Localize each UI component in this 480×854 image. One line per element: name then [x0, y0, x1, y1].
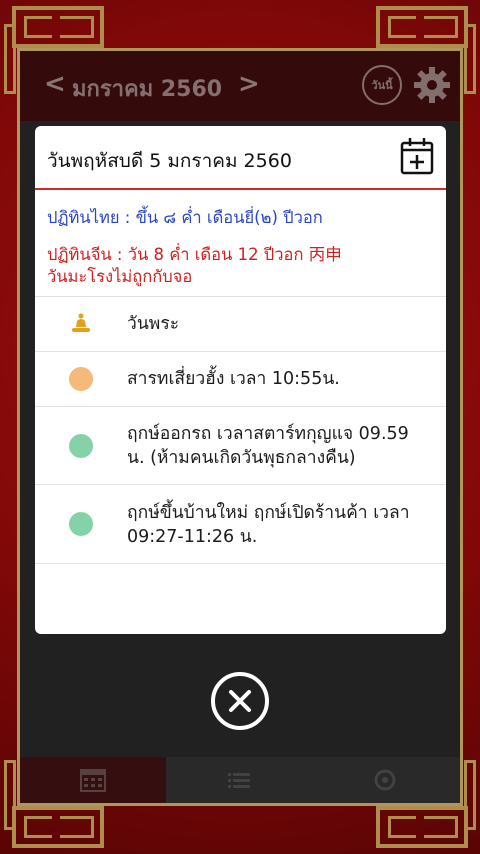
day-detail-dialog: วันพฤหัสบดี 5 มกราคม 2560 ปฏิทินไทย : ขึ… — [35, 126, 446, 634]
event-text: วันพระ — [127, 314, 180, 334]
event-item[interactable]: วันพระ — [35, 297, 446, 352]
event-item[interactable]: ฤกษ์ออกรถ เวลาสตาร์ทกุญแจ 09.59 น. (ห้าม… — [35, 407, 446, 485]
event-item[interactable]: สารทเสี่ยวฮั้ง เวลา 10:55น. — [35, 352, 446, 407]
close-icon — [229, 690, 251, 712]
chinese-lunar-note: วันมะโรงไม่ถูกกับจอ — [47, 267, 193, 286]
buddha-icon — [72, 313, 90, 332]
event-text: ฤกษ์ขึ้นบ้านใหม่ ฤกษ์เปิดร้านค้า เวลา 09… — [127, 503, 410, 547]
dialog-title: วันพฤหัสบดี 5 มกราคม 2560 — [47, 150, 292, 172]
event-item[interactable]: ฤกษ์ขึ้นบ้านใหม่ ฤกษ์เปิดร้านค้า เวลา 09… — [35, 485, 446, 564]
close-button[interactable] — [211, 672, 269, 730]
green-dot-icon — [69, 512, 93, 536]
lunar-info: ปฏิทินไทย : ขึ้น ๘ ค่ำ เดือนยี่(๒) ปีวอก… — [35, 190, 446, 288]
dialog-header: วันพฤหัสบดี 5 มกราคม 2560 — [35, 126, 446, 190]
event-text: ฤกษ์ออกรถ เวลาสตาร์ทกุญแจ 09.59 น. (ห้าม… — [127, 424, 409, 468]
chinese-lunar-line: ปฏิทินจีน : วัน 8 ค่ำ เดือน 12 ปีวอก 丙申 — [47, 245, 342, 264]
green-dot-icon — [69, 433, 93, 458]
calendar-add-icon[interactable] — [400, 137, 434, 175]
event-text: สารทเสี่ยวฮั้ง เวลา 10:55น. — [127, 369, 340, 389]
chinese-lunar-date: ปฏิทินจีน : วัน 8 ค่ำ เดือน 12 ปีวอก 丙申 … — [47, 244, 434, 288]
orange-dot-icon — [69, 367, 93, 391]
thai-lunar-date: ปฏิทินไทย : ขึ้น ๘ ค่ำ เดือนยี่(๒) ปีวอก — [47, 208, 323, 227]
